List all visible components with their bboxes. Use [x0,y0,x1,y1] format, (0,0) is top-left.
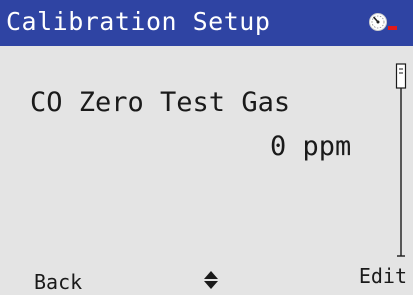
back-button[interactable]: Back [34,270,82,294]
vertical-scrollbar[interactable] [394,60,408,260]
title-bar: Calibration Setup [0,0,413,46]
softkey-bar: Back Edit [0,258,413,295]
gauge-status-icon [368,11,408,35]
up-down-arrows-icon[interactable] [203,270,219,290]
parameter-label: CO Zero Test Gas [30,87,291,118]
calibration-setup-screen: Calibration Setup CO Zero Test Gas 0 ppm [0,0,413,295]
screen-title: Calibration Setup [6,7,271,36]
edit-button[interactable]: Edit [359,264,407,288]
parameter-value: 0 ppm [270,131,352,162]
